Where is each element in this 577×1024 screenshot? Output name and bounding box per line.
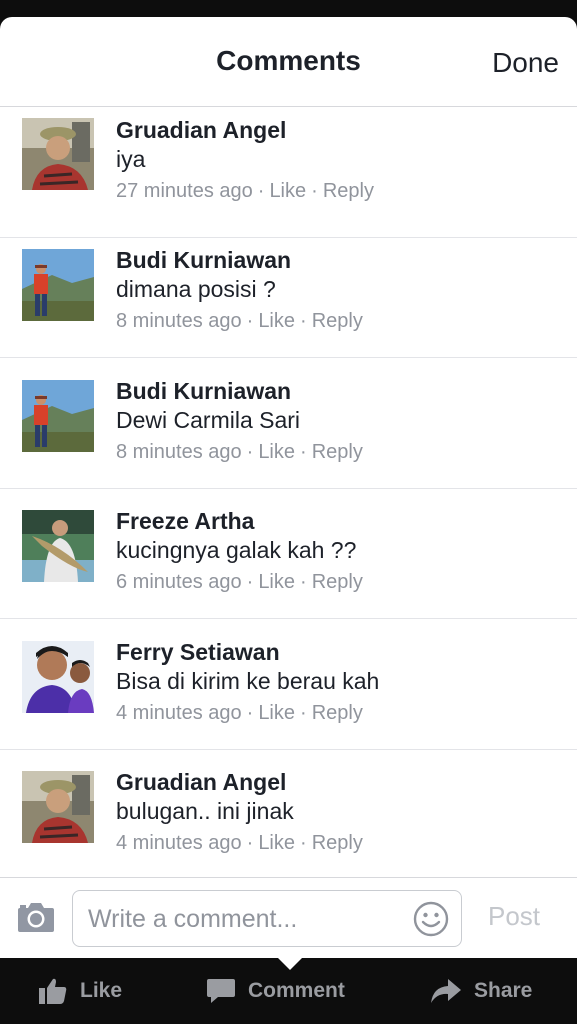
comment-text: Bisa di kirim ke berau kah xyxy=(116,668,380,694)
comment-text: bulugan.. ini jinak xyxy=(116,798,294,824)
comment-item: Gruadian Angel bulugan.. ini jinak 4 min… xyxy=(0,749,577,880)
comment-time: 8 minutes ago xyxy=(116,310,242,332)
smiley-icon[interactable] xyxy=(413,901,449,937)
reply-link[interactable]: Reply xyxy=(323,180,374,202)
separator-dot: · xyxy=(300,702,307,724)
comments-header: Comments Done xyxy=(0,17,577,107)
comment-input[interactable]: Write a comment... xyxy=(72,890,462,947)
avatar[interactable] xyxy=(22,118,94,190)
like-link[interactable]: Like xyxy=(258,310,295,332)
comment-time: 8 minutes ago xyxy=(116,441,242,463)
comment-tab[interactable]: Comment xyxy=(206,976,345,1006)
share-arrow-icon xyxy=(431,979,461,1003)
avatar[interactable] xyxy=(22,771,94,843)
page-title: Comments xyxy=(216,45,361,76)
comment-meta: 8 minutes ago · Like · Reply xyxy=(116,441,363,464)
comment-time: 4 minutes ago xyxy=(116,702,242,724)
reaction-bar: Like Comment Share xyxy=(0,958,577,1024)
comment-composer: Write a comment... Post xyxy=(0,877,577,958)
separator-dot: · xyxy=(300,571,307,593)
comment-meta: 4 minutes ago · Like · Reply xyxy=(116,832,363,855)
comment-author[interactable]: Ferry Setiawan xyxy=(116,639,280,666)
comment-meta: 4 minutes ago · Like · Reply xyxy=(116,702,363,725)
like-link[interactable]: Like xyxy=(258,441,295,463)
avatar[interactable] xyxy=(22,510,94,582)
like-tab[interactable]: Like xyxy=(38,976,122,1006)
comment-item: Budi Kurniawan dimana posisi ? 8 minutes… xyxy=(0,227,577,358)
like-link[interactable]: Like xyxy=(269,180,306,202)
like-link[interactable]: Like xyxy=(258,832,295,854)
comment-bubble-icon xyxy=(207,979,235,1003)
comment-item: Ferry Setiawan Bisa di kirim ke berau ka… xyxy=(0,619,577,750)
done-button[interactable]: Done xyxy=(492,47,559,79)
like-link[interactable]: Like xyxy=(258,571,295,593)
comment-tab-label: Comment xyxy=(248,979,345,1002)
comment-item: Gruadian Angel iya 27 minutes ago · Like · R… xyxy=(0,107,577,238)
comment-author[interactable]: Freeze Artha xyxy=(116,508,254,535)
separator-dot: · xyxy=(246,310,254,332)
comment-time: 27 minutes ago xyxy=(116,180,253,202)
comment-meta: 6 minutes ago · Like · Reply xyxy=(116,571,363,594)
comment-time: 6 minutes ago xyxy=(116,571,242,593)
comment-author[interactable]: Budi Kurniawan xyxy=(116,378,291,405)
share-tab[interactable]: Share xyxy=(430,976,532,1006)
reply-link[interactable]: Reply xyxy=(312,310,363,332)
separator-dot: · xyxy=(257,180,265,202)
reply-link[interactable]: Reply xyxy=(312,441,363,463)
separator-dot: · xyxy=(246,571,254,593)
like-link[interactable]: Like xyxy=(258,702,295,724)
comment-item: Freeze Artha kucingnya galak kah ?? 6 mi… xyxy=(0,488,577,619)
comment-tagged-name[interactable]: Dewi Carmila Sari xyxy=(116,407,300,434)
like-tab-label: Like xyxy=(80,979,123,1002)
separator-dot: · xyxy=(300,441,307,463)
separator-dot: · xyxy=(300,832,307,854)
avatar[interactable] xyxy=(22,249,94,321)
comment-meta: 27 minutes ago · Like · Reply xyxy=(116,180,374,203)
comment-author[interactable]: Gruadian Angel xyxy=(116,769,286,796)
comment-time: 4 minutes ago xyxy=(116,832,242,854)
post-button[interactable]: Post xyxy=(488,901,540,932)
comment-text: dimana posisi ? xyxy=(116,276,276,302)
comment-item: Budi Kurniawan Dewi Carmila Sari 8 minut… xyxy=(0,358,577,489)
separator-dot: · xyxy=(246,441,254,463)
comment-author[interactable]: Budi Kurniawan xyxy=(116,247,291,274)
comments-sheet: Comments Done Gruadian Angel iya 27 minu… xyxy=(0,17,577,958)
comment-text: kucingnya galak kah ?? xyxy=(116,537,357,563)
comment-meta: 8 minutes ago · Like · Reply xyxy=(116,310,363,333)
reply-link[interactable]: Reply xyxy=(312,702,363,724)
comment-author[interactable]: Gruadian Angel xyxy=(116,117,286,144)
avatar[interactable] xyxy=(22,380,94,452)
avatar[interactable] xyxy=(22,641,94,713)
thumbs-up-icon xyxy=(39,978,67,1004)
separator-dot: · xyxy=(246,832,254,854)
camera-icon[interactable] xyxy=(16,900,56,934)
separator-dot: · xyxy=(311,180,318,202)
comment-input-placeholder: Write a comment... xyxy=(88,905,298,933)
comment-text: iya xyxy=(116,146,146,172)
share-tab-label: Share xyxy=(474,979,533,1002)
separator-dot: · xyxy=(300,310,307,332)
separator-dot: · xyxy=(246,702,254,724)
reply-link[interactable]: Reply xyxy=(312,571,363,593)
reply-link[interactable]: Reply xyxy=(312,832,363,854)
